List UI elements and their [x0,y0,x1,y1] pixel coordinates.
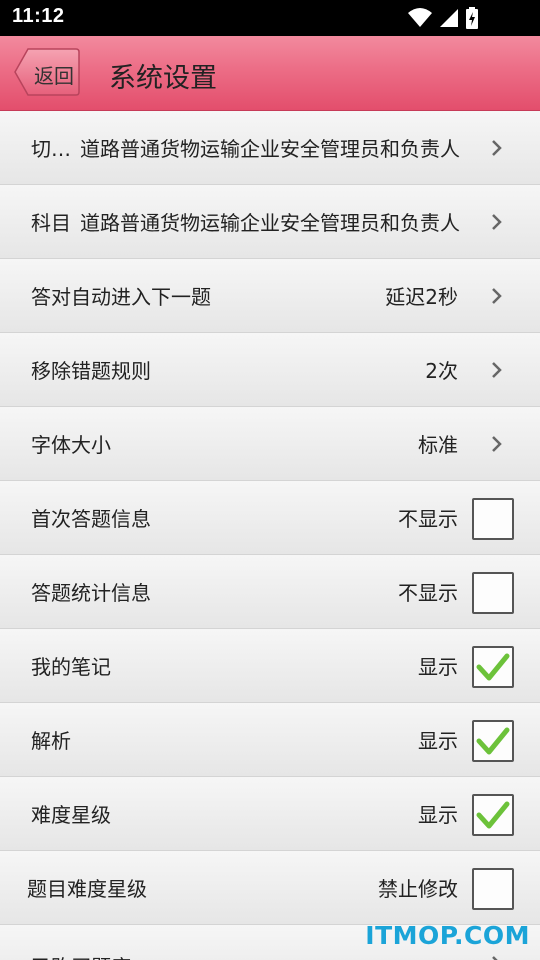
setting-row-subject[interactable]: 科目 道路普通货物运输企业安全管理员和负责人 [0,185,540,259]
checkmark-icon [476,653,510,681]
setting-title: 道路普通货物运输企业安全管理员和负责人 [80,137,460,161]
setting-row-font-size[interactable]: 字体大小 标准 [0,407,540,481]
setting-label: 科目 [31,211,71,235]
setting-title: 道路普通货物运输企业安全管理员和负责人 [80,211,460,235]
difficulty-stars-checkbox[interactable] [472,794,514,836]
setting-label: 解析 [31,729,71,753]
setting-row-first-answer-info[interactable]: 首次答题信息 不显示 [0,481,540,555]
setting-label: 我的笔记 [31,655,111,679]
chevron-right-icon [492,140,502,156]
header-bar: 返回 系统设置 [0,36,540,111]
status-bar: 11:12 [0,0,540,36]
setting-value: 标准 [418,433,458,457]
setting-value: 显示 [418,803,458,827]
setting-value: 显示 [418,655,458,679]
setting-value: 禁止修改 [378,877,458,901]
chevron-right-icon [492,362,502,378]
setting-label: 已购买题库 [31,951,131,960]
settings-list: 切换车型 道路普通货物运输企业安全管理员和负责人 科目 道路普通货物运输企业安全… [0,111,540,960]
setting-value: 2次 [425,359,458,383]
wifi-icon [408,8,432,27]
setting-label: 答题统计信息 [31,581,151,605]
status-icons [408,7,500,29]
watermark: ITMOP.COM [365,921,530,950]
setting-row-analysis[interactable]: 解析 显示 [0,703,540,777]
question-difficulty-stars-checkbox[interactable] [472,868,514,910]
setting-value: 显示 [418,729,458,753]
setting-label: 首次答题信息 [31,507,151,531]
chevron-right-icon [492,214,502,230]
setting-label: 难度星级 [31,803,111,827]
setting-row-answer-stats[interactable]: 答题统计信息 不显示 [0,555,540,629]
setting-label: 题目难度星级 [27,877,147,901]
setting-row-auto-next[interactable]: 答对自动进入下一题 延迟2秒 [0,259,540,333]
analysis-checkbox[interactable] [472,720,514,762]
setting-label: 答对自动进入下一题 [31,285,211,309]
first-answer-info-checkbox[interactable] [472,498,514,540]
my-notes-checkbox[interactable] [472,646,514,688]
battery-icon [466,7,478,29]
checkmark-icon [476,727,510,755]
chevron-right-icon [492,288,502,304]
setting-label: 切换车型 [31,137,75,161]
chevron-right-icon [492,956,498,960]
setting-value: 延迟2秒 [385,285,458,309]
signal-icon [440,9,458,27]
status-time: 11:12 [12,5,65,27]
setting-row-difficulty-stars[interactable]: 难度星级 显示 [0,777,540,851]
setting-row-my-notes[interactable]: 我的笔记 显示 [0,629,540,703]
setting-label: 字体大小 [31,433,111,457]
back-label: 返回 [34,64,74,88]
page-title: 系统设置 [109,63,217,94]
setting-row-question-difficulty-stars[interactable]: 题目难度星级 禁止修改 [0,851,540,925]
setting-value: 不显示 [398,507,458,531]
setting-value: 不显示 [398,581,458,605]
setting-label: 移除错题规则 [31,359,151,383]
answer-stats-checkbox[interactable] [472,572,514,614]
checkmark-icon [476,801,510,829]
setting-row-remove-wrong-rule[interactable]: 移除错题规则 2次 [0,333,540,407]
chevron-right-icon [492,436,502,452]
setting-row-vehicle-type[interactable]: 切换车型 道路普通货物运输企业安全管理员和负责人 [0,111,540,185]
back-button[interactable]: 返回 [14,48,80,96]
